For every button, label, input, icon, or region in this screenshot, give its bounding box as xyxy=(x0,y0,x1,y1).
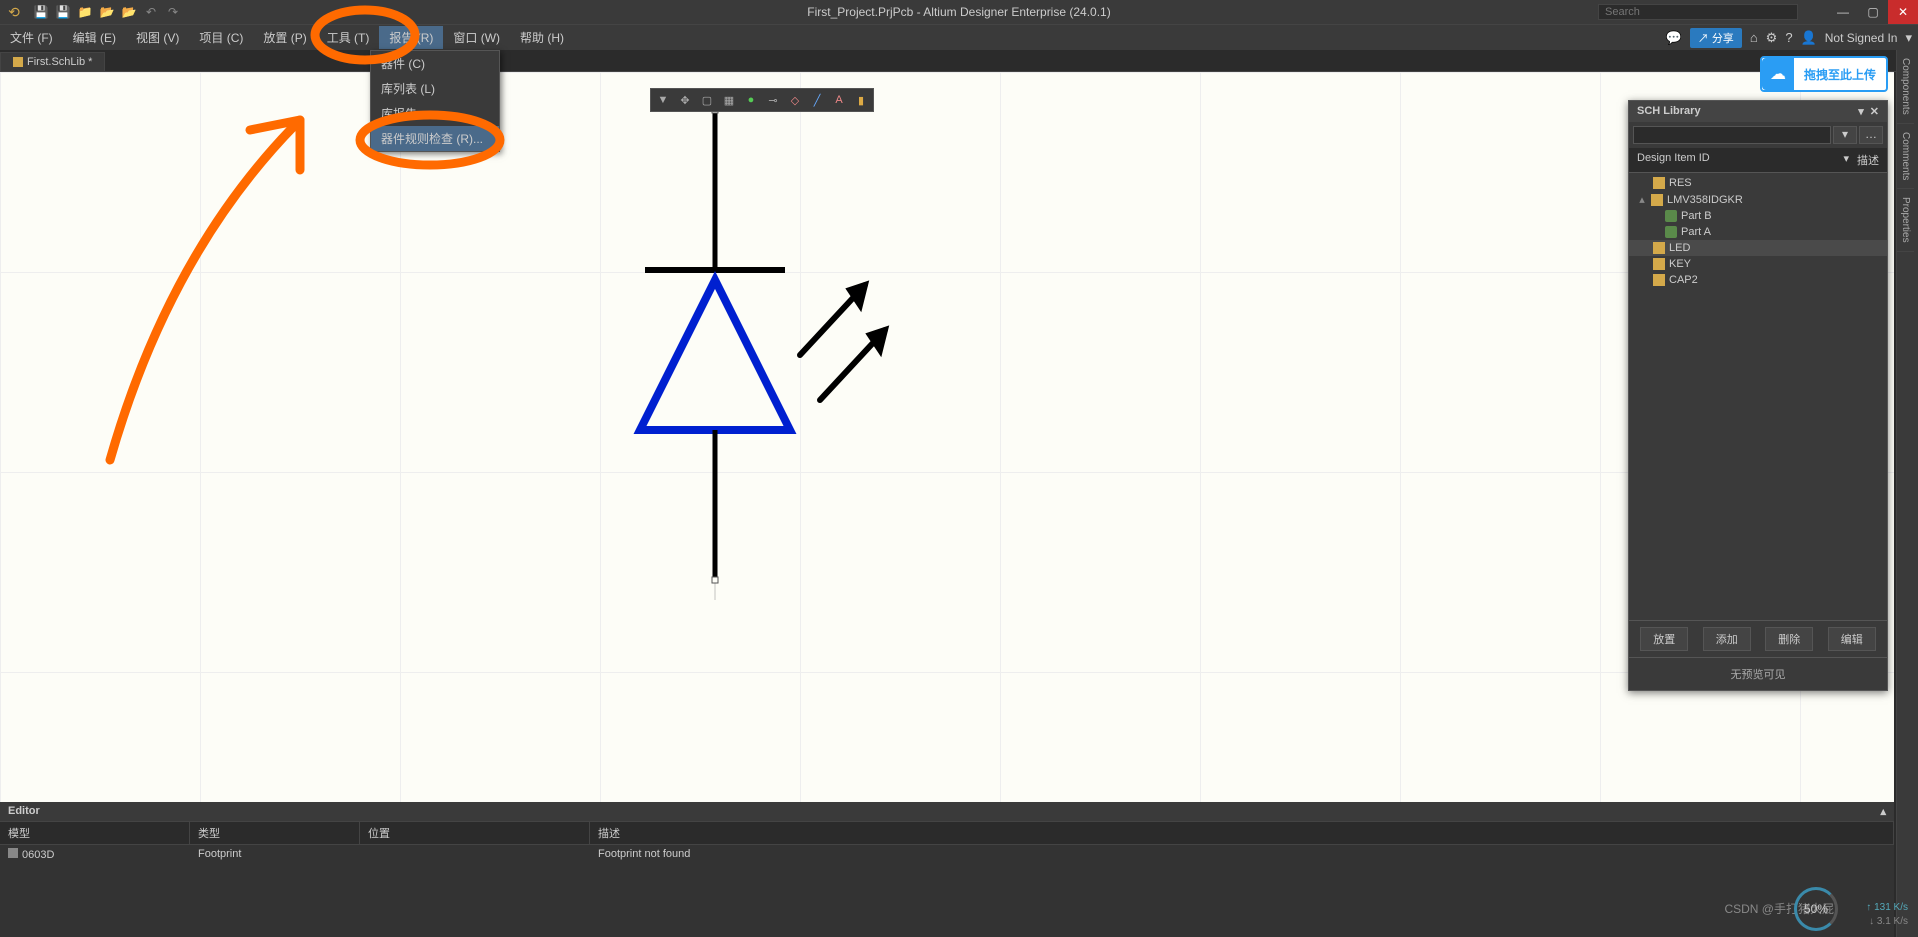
tree-item-RES[interactable]: RES xyxy=(1629,175,1887,191)
report-menu-dropdown: 器件 (C)库列表 (L)库报告...器件规则检查 (R)... xyxy=(370,50,500,152)
dropdown-item-0[interactable]: 器件 (C) xyxy=(371,51,499,76)
folder2-icon[interactable]: 📂 xyxy=(120,3,138,21)
table-row[interactable]: 0603D Footprint Footprint not found xyxy=(0,845,1894,864)
led-symbol[interactable] xyxy=(715,110,1015,613)
col-description[interactable]: 描述 xyxy=(1857,152,1879,168)
maximize-button[interactable]: ▢ xyxy=(1858,0,1888,24)
right-sidebar: ComponentsCommentsProperties xyxy=(1896,50,1918,937)
chevron-down-icon[interactable]: ▾ xyxy=(1905,30,1912,46)
erase-icon[interactable]: ◇ xyxy=(785,91,805,109)
tree-item-KEY[interactable]: KEY xyxy=(1629,256,1887,272)
editor-collapse-icon[interactable]: ▴ xyxy=(1880,805,1886,818)
upload-label: 拖拽至此上传 xyxy=(1794,66,1886,83)
tree-item-CAP2[interactable]: CAP2 xyxy=(1629,272,1887,288)
tree-item-LED[interactable]: LED xyxy=(1629,240,1887,256)
menu-0[interactable]: 文件 (F) xyxy=(0,26,63,49)
menu-6[interactable]: 报告 (R) xyxy=(379,26,443,49)
rtab-Components[interactable]: Components xyxy=(1897,50,1914,124)
col-design-item-id[interactable]: Design Item ID xyxy=(1637,152,1843,168)
menu-1[interactable]: 编辑 (E) xyxy=(63,26,126,49)
home-icon[interactable]: ⌂ xyxy=(1750,30,1758,45)
panel-dropdown-icon[interactable]: ▾ xyxy=(1858,105,1864,118)
sch-library-panel: SCH Library ▾ ✕ ▾ … Design Item ID ▾ 描述 … xyxy=(1628,100,1888,691)
close-button[interactable]: ✕ xyxy=(1888,0,1918,24)
btn-删除[interactable]: 删除 xyxy=(1765,627,1813,651)
schlib-icon xyxy=(13,57,23,67)
btn-添加[interactable]: 添加 xyxy=(1703,627,1751,651)
panel-close-icon[interactable]: ✕ xyxy=(1870,105,1879,118)
menu-8[interactable]: 帮助 (H) xyxy=(510,26,574,49)
menu-5[interactable]: 工具 (T) xyxy=(317,26,380,49)
save-icon[interactable]: 💾 xyxy=(32,3,50,21)
cloud-upload-icon: ☁ xyxy=(1762,58,1794,90)
rect-icon[interactable]: ▮ xyxy=(851,91,871,109)
menu-3[interactable]: 项目 (C) xyxy=(189,26,253,49)
menu-4[interactable]: 放置 (P) xyxy=(253,26,316,49)
minimize-button[interactable]: — xyxy=(1828,0,1858,24)
pin-icon[interactable]: ⊸ xyxy=(763,91,783,109)
document-tabs: First.SchLib * xyxy=(0,50,1918,72)
panel-title: SCH Library xyxy=(1637,105,1701,118)
filter-more-button[interactable]: … xyxy=(1859,126,1883,144)
editor-panel: Editor ▴ 模型 类型 位置 描述 0603D Footprint Foo… xyxy=(0,802,1894,937)
redo-icon[interactable]: ↷ xyxy=(164,3,182,21)
gear-icon[interactable]: ⚙ xyxy=(1766,30,1778,46)
component-tree: RES▴LMV358IDGKRPart BPart ALEDKEYCAP2 xyxy=(1629,173,1887,290)
menu-bar: 文件 (F)编辑 (E)视图 (V)项目 (C)放置 (P)工具 (T)报告 (… xyxy=(0,24,1918,50)
col-sort-icon[interactable]: ▾ xyxy=(1843,152,1849,168)
select-icon[interactable]: ▢ xyxy=(697,91,717,109)
help-icon[interactable]: ? xyxy=(1785,30,1792,45)
btn-放置[interactable]: 放置 xyxy=(1640,627,1688,651)
menu-7[interactable]: 窗口 (W) xyxy=(443,26,510,49)
search-input[interactable] xyxy=(1598,4,1798,20)
folder-icon[interactable]: 📂 xyxy=(98,3,116,21)
col-position[interactable]: 位置 xyxy=(360,822,590,844)
col-model[interactable]: 模型 xyxy=(0,822,190,844)
tab-label: First.SchLib * xyxy=(27,56,92,68)
dropdown-item-3[interactable]: 器件规则检查 (R)... xyxy=(371,126,499,151)
share-button[interactable]: ↗ 分享 xyxy=(1690,28,1742,48)
undo-icon[interactable]: ↶ xyxy=(142,3,160,21)
col-desc[interactable]: 描述 xyxy=(590,822,1894,844)
btn-编辑[interactable]: 编辑 xyxy=(1828,627,1876,651)
active-bar: ▼ ✥ ▢ ▦ ● ⊸ ◇ ╱ A ▮ xyxy=(650,88,874,112)
rtab-Properties[interactable]: Properties xyxy=(1897,189,1914,252)
col-type[interactable]: 类型 xyxy=(190,822,360,844)
signin-label[interactable]: Not Signed In xyxy=(1825,31,1898,45)
line-icon[interactable]: ╱ xyxy=(807,91,827,109)
speed-gauge[interactable]: 50% xyxy=(1794,887,1838,931)
dropdown-item-2[interactable]: 库报告... xyxy=(371,101,499,126)
rtab-Comments[interactable]: Comments xyxy=(1897,124,1914,189)
chat-icon[interactable]: 💬 xyxy=(1666,30,1682,46)
open-icon[interactable]: 📁 xyxy=(76,3,94,21)
align-icon[interactable]: ▦ xyxy=(719,91,739,109)
user-icon[interactable]: 👤 xyxy=(1801,30,1817,46)
text-icon[interactable]: A xyxy=(829,91,849,109)
tab-schlib[interactable]: First.SchLib * xyxy=(0,52,105,71)
upload-widget[interactable]: ☁ 拖拽至此上传 xyxy=(1760,56,1888,92)
title-bar: ⟲ 💾 💾 📁 📂 📂 ↶ ↷ First_Project.PrjPcb - A… xyxy=(0,0,1918,24)
preview-label: 无预览可见 xyxy=(1629,657,1887,690)
app-logo-icon: ⟲ xyxy=(4,2,24,22)
save-all-icon[interactable]: 💾 xyxy=(54,3,72,21)
tree-item-Part B[interactable]: Part B xyxy=(1629,208,1887,224)
tree-item-LMV358IDGKR[interactable]: ▴LMV358IDGKR xyxy=(1629,191,1887,208)
snap-icon[interactable]: ● xyxy=(741,91,761,109)
speed-readout: ↑ 131 K/s ↓ 3.1 K/s xyxy=(1866,901,1908,929)
filter-dropdown-icon[interactable]: ▾ xyxy=(1833,126,1857,144)
dropdown-item-1[interactable]: 库列表 (L) xyxy=(371,76,499,101)
menu-2[interactable]: 视图 (V) xyxy=(126,26,189,49)
window-title: First_Project.PrjPcb - Altium Designer E… xyxy=(807,5,1110,19)
filter-icon[interactable]: ▼ xyxy=(653,91,673,109)
tree-item-Part A[interactable]: Part A xyxy=(1629,224,1887,240)
panel-buttons: 放置添加删除编辑 xyxy=(1629,620,1887,657)
editor-title: Editor xyxy=(8,805,40,818)
library-filter-input[interactable] xyxy=(1633,126,1831,144)
move-icon[interactable]: ✥ xyxy=(675,91,695,109)
